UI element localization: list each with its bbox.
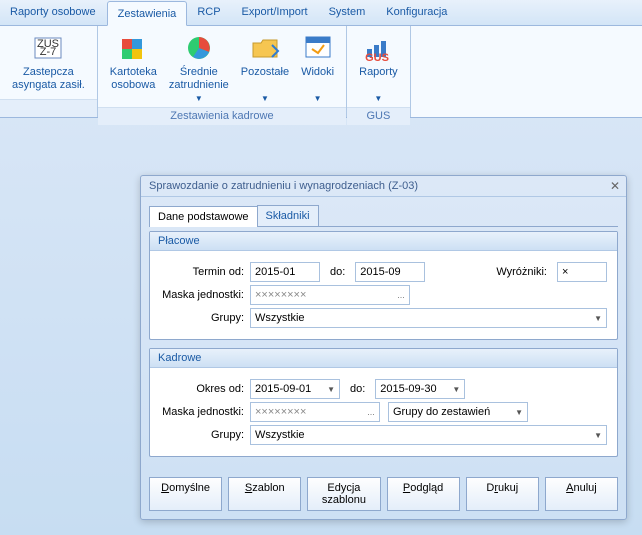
panel-placowe: Płacowe Termin od: do: Wyróżniki: Maska … (149, 231, 618, 340)
zus-icon: ZUSZ-7 (32, 32, 64, 64)
group-label-gus: GUS (347, 107, 410, 125)
tab-rcp[interactable]: RCP (187, 0, 231, 25)
lbl-maska: Maska jednostki: (160, 289, 250, 301)
tab-skladniki[interactable]: Składniki (257, 205, 319, 226)
select-grupy-placowe[interactable]: Wszystkie▼ (250, 308, 607, 328)
lbl-do: do: (320, 266, 355, 278)
btn-szablon[interactable]: Szablon (228, 477, 301, 511)
btn-kartoteka[interactable]: Kartoteka osobowa (104, 30, 163, 107)
select-grupy-do[interactable]: Grupy do zestawień▼ (388, 402, 528, 422)
svg-text:Z-7: Z-7 (40, 46, 57, 58)
btn-anuluj[interactable]: Anuluj (545, 477, 618, 511)
modal-sprawozdanie: Sprawozdanie o zatrudnieniu i wynagrodze… (140, 175, 627, 520)
tab-raporty[interactable]: Raporty osobowe (0, 0, 107, 25)
chevron-down-icon: ▼ (195, 92, 203, 105)
puzzle-icon (117, 32, 149, 64)
modal-title: Sprawozdanie o zatrudnieniu i wynagrodze… (141, 176, 626, 197)
menu-tabs: Raporty osobowe Zestawienia RCP Export/I… (0, 0, 642, 26)
chevron-down-icon: ▼ (374, 92, 382, 105)
input-maska-kadrowe[interactable]: ××××××××… (250, 402, 380, 422)
ribbon-group-1: ZUSZ-7 Zastepcza asyngata zasił. (0, 26, 98, 117)
button-row: Domyślne Szablon Edycja szablonu Podgląd… (141, 473, 626, 519)
btn-pozostale[interactable]: Pozostałe▼ (235, 30, 295, 107)
tab-konfig[interactable]: Konfiguracja (376, 0, 458, 25)
input-termin-do[interactable] (355, 262, 425, 282)
ribbon: ZUSZ-7 Zastepcza asyngata zasił. Kartote… (0, 26, 642, 118)
input-maska-placowe[interactable]: ××××××××… (250, 285, 410, 305)
window-icon (302, 32, 334, 64)
svg-text:GUS: GUS (365, 52, 389, 61)
gus-icon: GUS (362, 32, 394, 64)
folder-icon (249, 32, 281, 64)
tab-system[interactable]: System (319, 0, 377, 25)
input-okres-od[interactable]: 2015-09-01▼ (250, 379, 340, 399)
btn-drukuj[interactable]: Drukuj (466, 477, 539, 511)
btn-edycja[interactable]: Edycja szablonu (307, 477, 380, 511)
input-wyrozniki[interactable] (557, 262, 607, 282)
tab-export[interactable]: Export/Import (232, 0, 319, 25)
input-okres-do[interactable]: 2015-09-30▼ (375, 379, 465, 399)
btn-widoki[interactable]: Widoki▼ (295, 30, 340, 107)
dialog-tabs: Dane podstawowe Składniki (149, 205, 618, 227)
chevron-down-icon: ▼ (261, 92, 269, 105)
chevron-down-icon: ▼ (594, 314, 602, 323)
lbl-wyrozniki: Wyróżniki: (486, 266, 557, 278)
lbl-okres-od: Okres od: (160, 383, 250, 395)
tab-zestawienia[interactable]: Zestawienia (107, 1, 188, 26)
pie-icon (183, 32, 215, 64)
btn-asyngata[interactable]: ZUSZ-7 Zastepcza asyngata zasił. (6, 30, 91, 94)
ribbon-group-2: Kartoteka osobowa Średnie zatrudnienie▼ … (98, 26, 347, 117)
btn-raporty-gus[interactable]: GUS Raporty▼ (353, 30, 404, 107)
close-icon[interactable]: ✕ (610, 179, 620, 193)
lbl-grupy: Grupy: (160, 312, 250, 324)
tab-dane-podstawowe[interactable]: Dane podstawowe (149, 206, 258, 227)
panel-kadrowe: Kadrowe Okres od: 2015-09-01▼ do: 2015-0… (149, 348, 618, 457)
lbl-maska-k: Maska jednostki: (160, 406, 250, 418)
chevron-down-icon: ▼ (452, 385, 460, 394)
chevron-down-icon: ▼ (515, 408, 523, 417)
btn-domyslne[interactable]: Domyślne (149, 477, 222, 511)
lbl-termin-od: Termin od: (160, 266, 250, 278)
chevron-down-icon: ▼ (327, 385, 335, 394)
lbl-grupy-k: Grupy: (160, 429, 250, 441)
group-label-kadrowe: Zestawienia kadrowe (98, 107, 346, 125)
chevron-down-icon: ▼ (594, 431, 602, 440)
btn-srednie[interactable]: Średnie zatrudnienie▼ (163, 30, 235, 107)
panel-head-kadrowe: Kadrowe (150, 348, 617, 368)
chevron-down-icon: ▼ (314, 92, 322, 105)
ribbon-group-3: GUS Raporty▼ GUS (347, 26, 411, 117)
input-termin-od[interactable] (250, 262, 320, 282)
lbl-do-k: do: (340, 383, 375, 395)
select-grupy-kadrowe[interactable]: Wszystkie▼ (250, 425, 607, 445)
panel-head-placowe: Płacowe (150, 231, 617, 251)
btn-podglad[interactable]: Podgląd (387, 477, 460, 511)
